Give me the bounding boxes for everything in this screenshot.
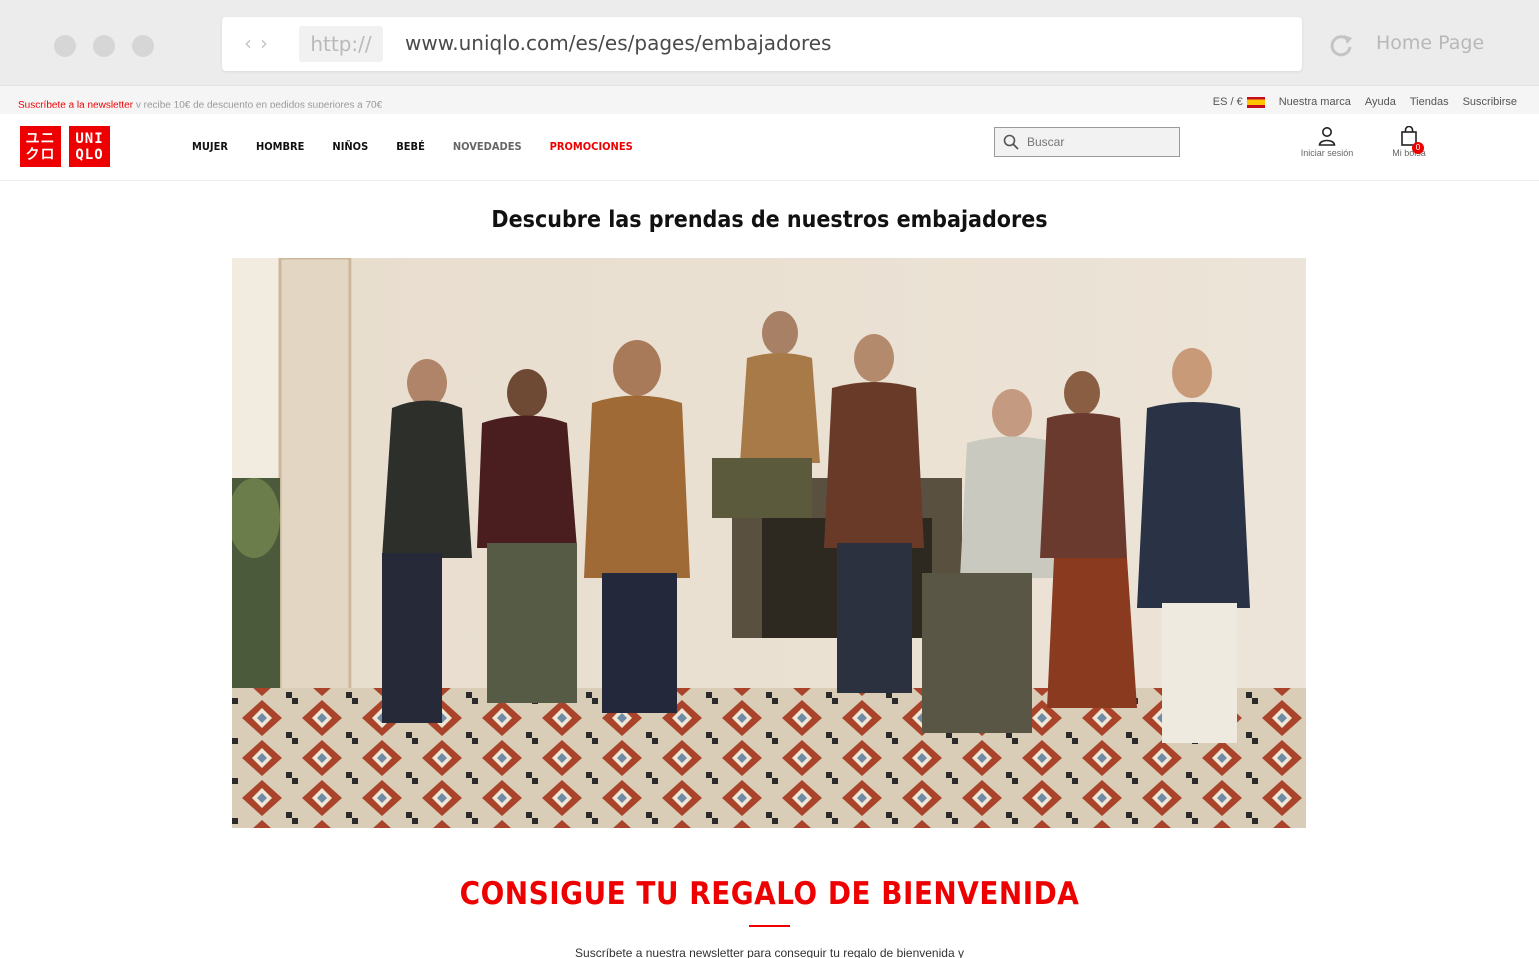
- address-bar[interactable]: ‹› http:// www.uniqlo.com/es/es/pages/em…: [222, 17, 1302, 71]
- search-box[interactable]: [994, 127, 1180, 157]
- link-suscribirse[interactable]: Suscribirse: [1463, 96, 1517, 108]
- logo-latin-bottom: QLO: [75, 146, 104, 163]
- link-ayuda[interactable]: Ayuda: [1365, 96, 1396, 108]
- page-title: Descubre las prendas de nuestros embajad…: [491, 207, 1048, 233]
- main-nav: MUJER HOMBRE NIÑOS BEBÉ NOVEDADES PROMOC…: [192, 140, 633, 153]
- logo-katakana-top: ユニ: [25, 130, 56, 147]
- login-button[interactable]: Iniciar sesión: [1296, 126, 1358, 158]
- welcome-gift-subtitle: Suscríbete a nuestra newsletter para con…: [575, 946, 964, 958]
- locale-selector[interactable]: ES / €: [1213, 96, 1265, 108]
- title-divider: [749, 925, 790, 927]
- window-maximize-dot[interactable]: [132, 35, 154, 57]
- utility-links: ES / € Nuestra marca Ayuda Tiendas Suscr…: [1213, 96, 1517, 108]
- search-icon: [1003, 134, 1019, 150]
- user-icon: [1318, 127, 1336, 146]
- back-forward-icons[interactable]: ‹›: [244, 31, 276, 55]
- nav-mujer[interactable]: MUJER: [192, 140, 228, 153]
- ambassadors-hero-image[interactable]: [232, 258, 1306, 828]
- link-tiendas[interactable]: Tiendas: [1410, 96, 1449, 108]
- logo-latin-top: UNI: [75, 130, 104, 147]
- uniqlo-logo[interactable]: ユニ クロ UNI QLO: [20, 126, 110, 167]
- newsletter-promo-text: y recibe 10€ de descuento en pedidos sup…: [133, 100, 383, 111]
- protocol-label: http://: [299, 26, 383, 62]
- locale-label: ES / €: [1212, 96, 1243, 108]
- newsletter-promo-link[interactable]: Suscríbete a la newsletter: [18, 100, 133, 108]
- nav-hombre[interactable]: HOMBRE: [256, 140, 304, 153]
- welcome-gift-title: CONSIGUE TU REGALO DE BIENVENIDA: [459, 876, 1080, 912]
- logo-katakana-bottom: クロ: [25, 146, 56, 163]
- reload-icon[interactable]: [1326, 30, 1356, 60]
- link-nuestra-marca[interactable]: Nuestra marca: [1279, 96, 1351, 108]
- logo-katakana-block: ユニ クロ: [20, 126, 61, 167]
- window-close-dot[interactable]: [54, 35, 76, 57]
- logo-latin-block: UNI QLO: [69, 126, 110, 167]
- ambassadors-photo: [232, 258, 1306, 828]
- home-page-link[interactable]: Home Page: [1376, 32, 1484, 54]
- spain-flag-icon: [1246, 96, 1265, 108]
- utility-bar: Suscríbete a la newsletter y recibe 10€ …: [0, 86, 1539, 114]
- nav-novedades[interactable]: NOVEDADES: [453, 140, 522, 153]
- nav-bebe[interactable]: BEBÉ: [396, 140, 425, 153]
- bag-count-badge: 0: [1412, 142, 1424, 154]
- login-label: Iniciar sesión: [1300, 148, 1354, 158]
- browser-toolbar: ‹› http:// www.uniqlo.com/es/es/pages/em…: [0, 0, 1539, 86]
- newsletter-promo[interactable]: Suscríbete a la newsletter y recibe 10€ …: [18, 100, 383, 111]
- url-text[interactable]: www.uniqlo.com/es/es/pages/embajadores: [405, 31, 831, 55]
- site-header: ユニ クロ UNI QLO MUJER HOMBRE NIÑOS BEBÉ NO…: [0, 114, 1539, 181]
- search-input[interactable]: [1027, 135, 1167, 149]
- window-minimize-dot[interactable]: [93, 35, 115, 57]
- shopping-bag-button[interactable]: 0 Mi bolsa: [1388, 125, 1430, 158]
- nav-ninos[interactable]: NIÑOS: [332, 140, 368, 153]
- nav-promociones[interactable]: PROMOCIONES: [550, 140, 633, 153]
